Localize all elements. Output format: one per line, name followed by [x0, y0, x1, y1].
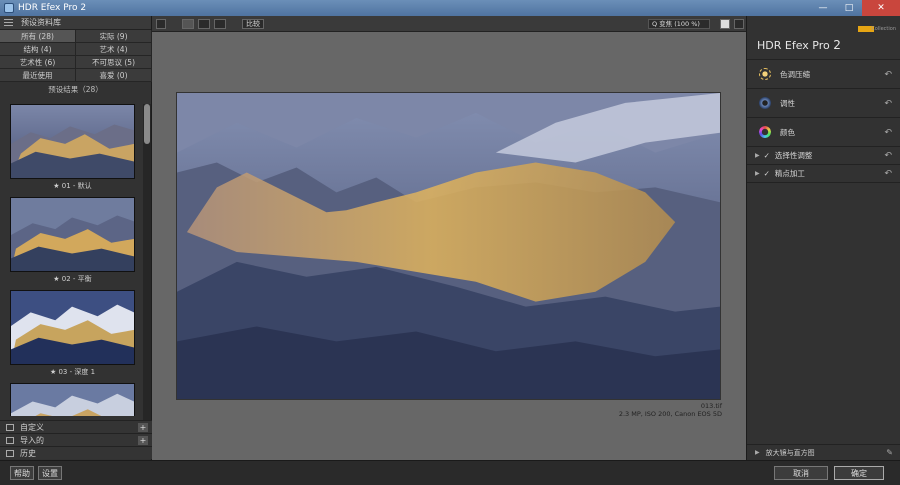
single-view-button[interactable] — [182, 19, 194, 29]
import-icon — [6, 436, 14, 444]
expand-arrow-icon[interactable]: ▶ — [755, 449, 760, 456]
category-surreal[interactable]: 不可思议 (5) — [76, 56, 152, 69]
imported-section-label: 导入的 — [20, 435, 44, 445]
preset-thumbnail[interactable] — [10, 197, 135, 272]
undo-icon[interactable]: ↶ — [884, 128, 892, 138]
bottom-bar: 帮助 设置 取消 确定 — [0, 460, 900, 485]
undo-icon[interactable]: ↶ — [884, 99, 892, 109]
preset-label: ★ 03 - 深度 1 — [49, 368, 96, 376]
brand-version: 2 — [833, 38, 841, 52]
sun-icon — [759, 68, 771, 80]
expand-arrow-icon[interactable]: ▶ — [755, 152, 760, 159]
tone-compression-label: 色调压缩 — [780, 69, 810, 79]
title-bar: HDR Efex Pro 2 — □ ✕ — [0, 0, 900, 16]
window-title: HDR Efex Pro 2 — [18, 3, 87, 13]
close-button[interactable]: ✕ — [862, 0, 900, 16]
image-canvas[interactable]: 013.tif 2.3 MP, ISO 200, Canon EOS 5D — [152, 32, 746, 460]
app-icon — [4, 3, 14, 13]
selective-adjustments-label: 选择性调整 — [774, 151, 813, 160]
selective-adjustments-section[interactable]: ▶ ✓ 选择性调整 ↶ — [747, 147, 900, 165]
undo-icon[interactable]: ↶ — [884, 70, 892, 80]
preset-scrollbar[interactable] — [143, 104, 151, 429]
finishing-label: 精点加工 — [774, 169, 805, 178]
preset-thumbnail[interactable] — [10, 104, 135, 179]
history-section-label: 历史 — [20, 448, 36, 458]
tonality-icon — [759, 97, 771, 109]
imported-section[interactable]: 导入的 + — [0, 433, 152, 446]
preset-categories: 所有 (28) 实际 (9) 结构 (4) 艺术 (4) 艺术性 (6) 不可思… — [0, 30, 152, 82]
settings-button[interactable]: 设置 — [38, 466, 62, 480]
preset-library-header[interactable]: 预设资料库 — [0, 16, 151, 30]
window-controls: — □ ✕ — [810, 0, 900, 16]
category-all[interactable]: 所有 (28) — [0, 30, 76, 43]
cancel-button[interactable]: 取消 — [774, 466, 828, 480]
preset-label: ★ 01 - 默认 — [53, 182, 92, 190]
pin-icon[interactable]: ✎ — [886, 448, 893, 457]
custom-section[interactable]: 自定义 + — [0, 420, 152, 433]
add-import-button[interactable]: + — [138, 436, 148, 445]
help-button[interactable]: 帮助 — [10, 466, 34, 480]
color-label: 颜色 — [780, 127, 795, 137]
preset-thumbnail[interactable] — [10, 383, 135, 416]
zoom-select[interactable]: Q 变焦 (100 %) — [648, 19, 710, 29]
tonality-label: 调性 — [780, 98, 795, 108]
history-section[interactable]: 历史 — [0, 446, 152, 459]
undo-icon[interactable]: ↶ — [884, 169, 892, 179]
loupe-histogram-label: 放大镜与直方图 — [765, 448, 815, 457]
add-custom-button[interactable]: + — [138, 423, 148, 432]
file-name: 013.tif — [700, 402, 722, 410]
finishing-section[interactable]: ▶ ✓ 精点加工 ↶ — [747, 165, 900, 183]
tonality-section[interactable]: 调性 ↶ — [747, 89, 900, 118]
preset-label: ★ 02 - 平衡 — [53, 275, 92, 283]
custom-section-label: 自定义 — [20, 422, 44, 432]
collection-label: Collection — [871, 26, 896, 32]
preview-photo[interactable] — [176, 92, 721, 400]
ok-button[interactable]: 确定 — [834, 466, 884, 480]
left-bottom-sections: 自定义 + 导入的 + 历史 — [0, 420, 152, 459]
file-info: 2.3 MP, ISO 200, Canon EOS 5D — [618, 410, 722, 418]
split-view-button[interactable] — [198, 19, 210, 29]
app-window: HDR Efex Pro 2 — □ ✕ 预设资料库 所有 (28) 实际 (9… — [0, 0, 900, 485]
maximize-button[interactable]: □ — [836, 0, 862, 16]
category-realistic[interactable]: 实际 (9) — [76, 30, 152, 43]
category-favorites[interactable]: 喜爱 (0) — [76, 69, 152, 82]
loupe-histogram-section[interactable]: ▶ 放大镜与直方图 ✎ — [747, 444, 900, 460]
brand-title: HDR Efex Pro 2 — [757, 38, 841, 52]
adjustments-panel: HDR Efex Pro 2 Collection 色调压缩 ↶ 调性 ↶ 颜色… — [746, 16, 900, 460]
enable-checkbox[interactable]: ✓ — [764, 169, 770, 178]
minimize-button[interactable]: — — [810, 0, 836, 16]
scrollbar-thumb[interactable] — [144, 104, 150, 144]
preset-list: ★ 01 - 默认 ★ 02 - 平衡 ★ 03 - 深度 1 — [0, 104, 152, 416]
preset-library-panel: 预设资料库 所有 (28) 实际 (9) 结构 (4) 艺术 (4) 艺术性 (… — [0, 16, 152, 460]
enable-checkbox[interactable]: ✓ — [764, 151, 770, 160]
color-wheel-icon — [759, 126, 771, 138]
panel-toggle-button[interactable] — [156, 19, 166, 29]
canvas-toolbar: 比较 Q 变焦 (100 %) — [152, 16, 746, 32]
brand-name: HDR Efex Pro — [757, 39, 830, 52]
category-recent[interactable]: 最近使用 — [0, 69, 76, 82]
custom-icon — [6, 423, 14, 431]
background-color-button[interactable] — [720, 19, 730, 29]
history-icon — [6, 449, 14, 457]
right-panel-toggle-button[interactable] — [734, 19, 744, 29]
preset-thumbnail[interactable] — [10, 290, 135, 365]
category-art[interactable]: 艺术 (4) — [76, 43, 152, 56]
preset-count: 预设结果（28） — [48, 84, 103, 94]
compare-button[interactable]: 比较 — [242, 19, 264, 29]
expand-arrow-icon[interactable]: ▶ — [755, 170, 760, 177]
color-section[interactable]: 颜色 ↶ — [747, 118, 900, 147]
side-by-side-button[interactable] — [214, 19, 226, 29]
category-artistic[interactable]: 艺术性 (6) — [0, 56, 76, 69]
menu-icon — [4, 19, 13, 26]
preset-library-title: 预设资料库 — [21, 18, 61, 27]
tone-compression-section[interactable]: 色调压缩 ↶ — [747, 60, 900, 89]
undo-icon[interactable]: ↶ — [884, 151, 892, 161]
category-structure[interactable]: 结构 (4) — [0, 43, 76, 56]
brand-header: HDR Efex Pro 2 Collection — [747, 16, 900, 60]
